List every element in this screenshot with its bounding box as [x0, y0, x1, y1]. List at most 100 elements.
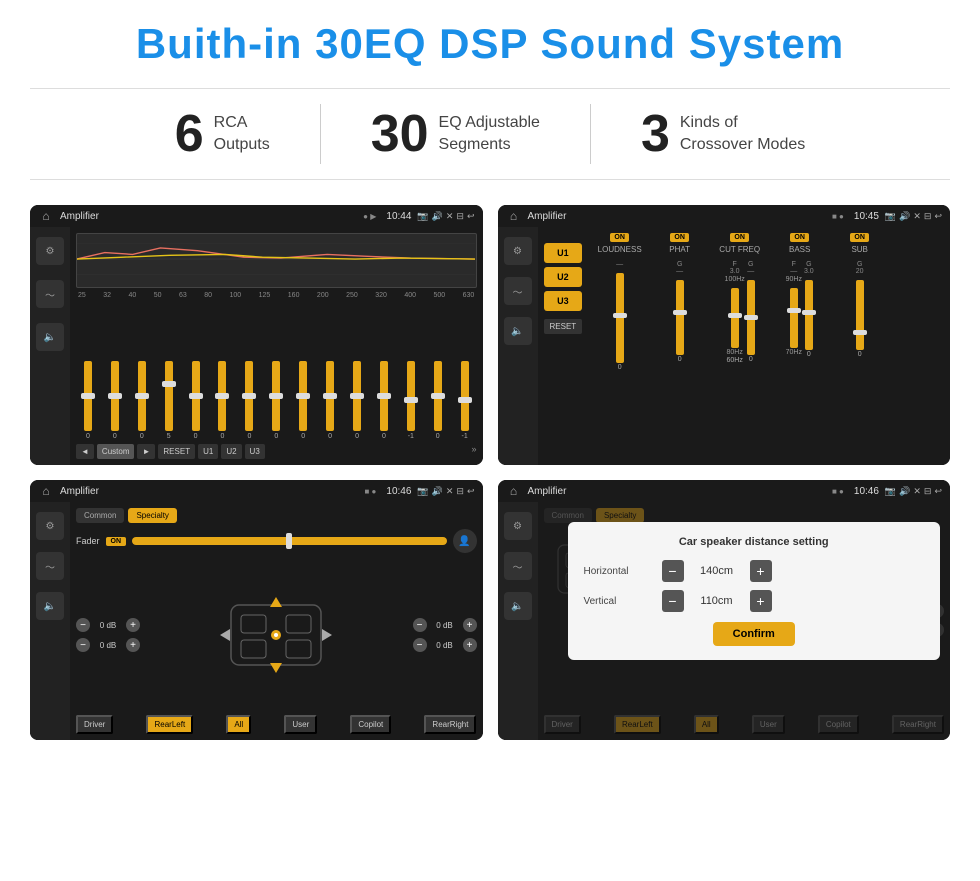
- screen3-time: 10:46: [386, 486, 411, 497]
- cross-wave-icon[interactable]: 〜: [504, 277, 532, 305]
- eq-custom-button[interactable]: Custom: [97, 444, 135, 459]
- stat-label-eq: EQ AdjustableSegments: [439, 112, 540, 157]
- screen1-time: 10:44: [386, 211, 411, 222]
- eq-slider-0: 0: [76, 361, 100, 440]
- cross-channel-cutfreq: ON CUT FREQ F3.0 100Hz: [712, 233, 767, 459]
- cross-cutfreq-on[interactable]: ON: [730, 233, 749, 242]
- dialog-horizontal-minus[interactable]: −: [662, 560, 684, 582]
- dialog-vertical-row: Vertical − 110cm +: [584, 590, 925, 612]
- fader-person-icon[interactable]: 👤: [453, 529, 477, 553]
- fader-wave-icon[interactable]: 〜: [36, 552, 64, 580]
- car-diagram-container: [144, 559, 409, 711]
- fader-left-db-val-2: 0 dB: [94, 641, 122, 650]
- fader-copilot-button[interactable]: Copilot: [350, 715, 391, 734]
- home-icon-3[interactable]: ⌂: [38, 483, 54, 499]
- fader-right-controls: − 0 dB + − 0 dB +: [413, 559, 477, 711]
- screen2-title: Amplifier: [528, 211, 827, 222]
- dialog-vertical-value: 110cm: [692, 595, 742, 607]
- fader-slider[interactable]: [132, 537, 446, 545]
- home-icon-2[interactable]: ⌂: [506, 208, 522, 224]
- fader-left-db-val-1: 0 dB: [94, 621, 122, 630]
- eq-prev-button[interactable]: ◄: [76, 444, 94, 459]
- fader-main-area: Common Specialty Fader ON 👤: [70, 502, 483, 740]
- cross-u3-button[interactable]: U3: [544, 291, 583, 311]
- cross-u1-button[interactable]: U1: [544, 243, 583, 263]
- confirm-button[interactable]: Confirm: [713, 622, 795, 646]
- cross-filter-icon[interactable]: ⚙: [504, 237, 532, 265]
- fader-tab-specialty[interactable]: Specialty: [128, 508, 176, 523]
- dist-bg-bottom: Driver RearLeft All User Copilot RearRig…: [544, 715, 945, 734]
- cross-loudness-on[interactable]: ON: [610, 233, 629, 242]
- eq-graph: [76, 233, 477, 288]
- fader-right-db-val-2: 0 dB: [431, 641, 459, 650]
- dialog-horizontal-label: Horizontal: [584, 566, 654, 577]
- fader-slider-container: [132, 537, 446, 545]
- fader-left-minus-1[interactable]: −: [76, 618, 90, 632]
- dialog-vertical-minus[interactable]: −: [662, 590, 684, 612]
- fader-right-db-row-2: − 0 dB +: [413, 638, 477, 652]
- eq-wave-icon[interactable]: 〜: [36, 280, 64, 308]
- eq-filter-icon[interactable]: ⚙: [36, 237, 64, 265]
- fader-user-button[interactable]: User: [284, 715, 317, 734]
- fader-left-minus-2[interactable]: −: [76, 638, 90, 652]
- fader-screen-content: ⚙ 〜 🔈 Common Specialty Fader ON: [30, 502, 483, 740]
- dist-speaker-icon[interactable]: 🔈: [504, 592, 532, 620]
- fader-filter-icon[interactable]: ⚙: [36, 512, 64, 540]
- eq-next-button[interactable]: ►: [137, 444, 155, 459]
- eq-freq-labels: 253240506380100125160200250320400500630: [76, 292, 477, 299]
- cross-channel-phat: ON PHAT G— 0: [652, 233, 707, 459]
- eq-u2-button[interactable]: U2: [221, 444, 241, 459]
- fader-tab-common[interactable]: Common: [76, 508, 124, 523]
- fader-driver-button[interactable]: Driver: [76, 715, 113, 734]
- dist-main-area: Common Specialty: [538, 502, 951, 740]
- eq-speaker-icon[interactable]: 🔈: [36, 323, 64, 351]
- fader-rearleft-button[interactable]: RearLeft: [146, 715, 193, 734]
- stat-label-crossover: Kinds ofCrossover Modes: [680, 112, 805, 157]
- cross-bass-on[interactable]: ON: [790, 233, 809, 242]
- cross-speaker-icon[interactable]: 🔈: [504, 317, 532, 345]
- fader-all-button[interactable]: All: [226, 715, 251, 734]
- dialog-vertical-plus[interactable]: +: [750, 590, 772, 612]
- cross-loudness-label: LOUDNESS: [598, 245, 642, 254]
- fader-bottom-buttons: Driver RearLeft All User Copilot RearRig…: [76, 715, 477, 734]
- screen-crossover: ⌂ Amplifier ■ ● 10:45 📷🔊✕⊟↩ ⚙ 〜 🔈: [498, 205, 951, 465]
- fader-on-badge[interactable]: ON: [106, 537, 127, 546]
- home-icon-1[interactable]: ⌂: [38, 208, 54, 224]
- cross-channel-loudness: ON LOUDNESS — 0: [592, 233, 647, 459]
- fader-left-plus-2[interactable]: +: [126, 638, 140, 652]
- screen2-time: 10:45: [854, 211, 879, 222]
- screen-fader: ⌂ Amplifier ■ ● 10:46 📷🔊✕⊟↩ ⚙ 〜 🔈 Common: [30, 480, 483, 740]
- distance-screen-content: ⚙ 〜 🔈 Common Specialty: [498, 502, 951, 740]
- eq-reset-button[interactable]: RESET: [158, 444, 195, 459]
- distance-dialog: Car speaker distance setting Horizontal …: [568, 522, 941, 660]
- fader-right-plus-1[interactable]: +: [463, 618, 477, 632]
- cross-sub-label: SUB: [851, 245, 867, 254]
- cross-main-area: U1 U2 U3 RESET ON LOUDNESS: [538, 227, 951, 465]
- fader-rearright-button[interactable]: RearRight: [424, 715, 476, 734]
- fader-right-plus-2[interactable]: +: [463, 638, 477, 652]
- fader-right-minus-2[interactable]: −: [413, 638, 427, 652]
- eq-u1-button[interactable]: U1: [198, 444, 218, 459]
- stat-number-eq: 30: [371, 108, 429, 160]
- page-container: Buith-in 30EQ DSP Sound System 6 RCAOutp…: [0, 0, 980, 760]
- cross-u2-button[interactable]: U2: [544, 267, 583, 287]
- stat-eq: 30 EQ AdjustableSegments: [321, 108, 590, 160]
- dialog-horizontal-plus[interactable]: +: [750, 560, 772, 582]
- cross-reset-button[interactable]: RESET: [544, 319, 583, 334]
- home-icon-4[interactable]: ⌂: [506, 483, 522, 499]
- cross-phat-on[interactable]: ON: [670, 233, 689, 242]
- screen-eq: ⌂ Amplifier ● ▶ 10:44 📷🔊✕⊟↩ ⚙ 〜 🔈: [30, 205, 483, 465]
- status-icons-2: 📷🔊✕⊟↩: [885, 211, 942, 222]
- fader-left-db-row-1: − 0 dB +: [76, 618, 140, 632]
- fader-label: Fader: [76, 536, 100, 546]
- fader-right-minus-1[interactable]: −: [413, 618, 427, 632]
- cross-channel-sub: ON SUB G20 0: [832, 233, 887, 459]
- eq-u3-button[interactable]: U3: [245, 444, 265, 459]
- eq-screen-content: ⚙ 〜 🔈: [30, 227, 483, 465]
- dist-wave-icon[interactable]: 〜: [504, 552, 532, 580]
- cross-sub-on[interactable]: ON: [850, 233, 869, 242]
- dist-filter-icon[interactable]: ⚙: [504, 512, 532, 540]
- fader-speaker-icon[interactable]: 🔈: [36, 592, 64, 620]
- fader-left-plus-1[interactable]: +: [126, 618, 140, 632]
- status-bar-2: ⌂ Amplifier ■ ● 10:45 📷🔊✕⊟↩: [498, 205, 951, 227]
